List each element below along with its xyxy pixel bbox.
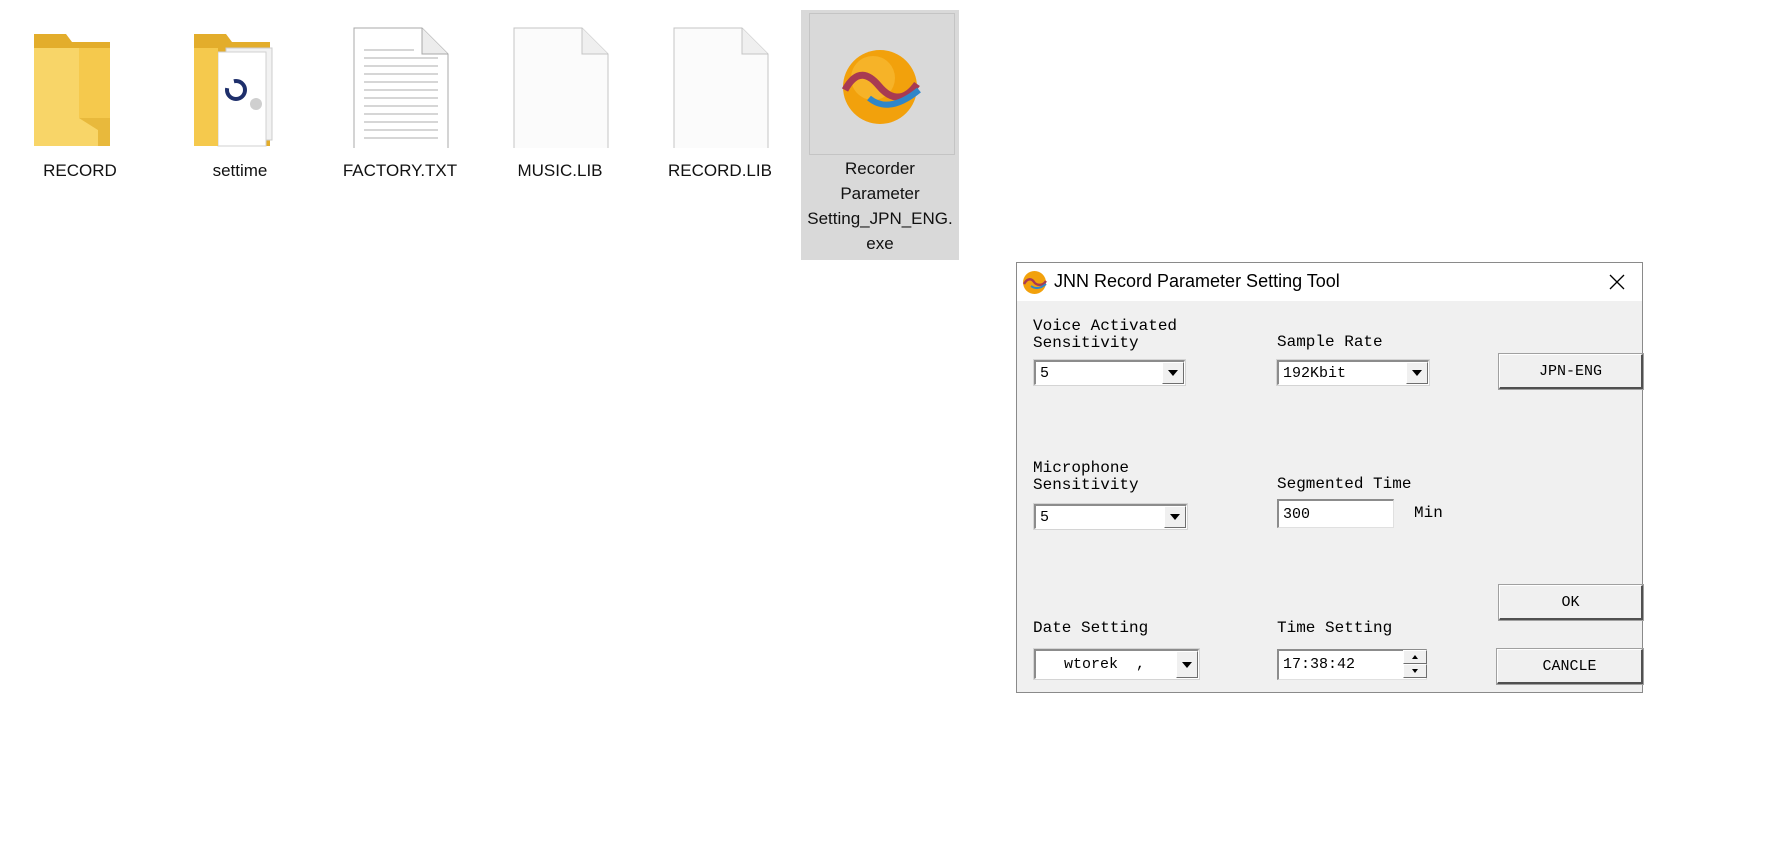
time-spinner[interactable]	[1403, 650, 1427, 679]
language-toggle-button[interactable]: JPN-ENG	[1498, 353, 1644, 390]
spin-down-button[interactable]	[1403, 664, 1427, 678]
voice-activated-value: 5	[1040, 365, 1050, 382]
sample-rate-label: Sample Rate	[1277, 333, 1383, 351]
file-name: settime	[212, 161, 268, 180]
blank-file-icon	[513, 27, 609, 148]
segmented-time-input[interactable]: 300	[1277, 499, 1394, 528]
chevron-down-icon	[1170, 514, 1180, 520]
date-setting-label: Date Setting	[1033, 619, 1149, 637]
text-file-icon	[353, 27, 449, 148]
dropdown-button[interactable]	[1164, 506, 1186, 528]
sample-rate-value: 192Kbit	[1283, 365, 1347, 382]
voice-activated-select[interactable]: 5	[1033, 359, 1186, 386]
file-factory-txt[interactable]: FACTORY.TXT	[321, 10, 479, 260]
file-name: MUSIC.LIB	[517, 161, 603, 180]
file-music-lib[interactable]: MUSIC.LIB	[481, 10, 639, 260]
microphone-label: Microphone Sensitivity	[1033, 459, 1139, 494]
date-value: wtorek ,	[1064, 656, 1146, 673]
parameter-setting-dialog: JNN Record Parameter Setting Tool Voice …	[1016, 262, 1644, 693]
microphone-select[interactable]: 5	[1033, 503, 1188, 530]
app-icon	[1022, 271, 1047, 294]
folder-icon	[34, 34, 110, 146]
file-name: RECORD.LIB	[668, 161, 772, 180]
app-icon	[841, 50, 921, 124]
chevron-down-icon	[1182, 661, 1192, 668]
file-name: Recorder Parameter Setting_JPN_ENG.exe	[807, 159, 953, 253]
file-recorder-exe[interactable]: Recorder Parameter Setting_JPN_ENG.exe	[801, 10, 959, 260]
segmented-time-label: Segmented Time	[1277, 475, 1412, 493]
time-value: 17:38:42	[1283, 656, 1356, 673]
chevron-down-icon	[1412, 370, 1422, 376]
dialog-title: JNN Record Parameter Setting Tool	[1054, 271, 1340, 291]
ok-button[interactable]: OK	[1498, 584, 1644, 621]
file-name: FACTORY.TXT	[342, 161, 458, 180]
sample-rate-select[interactable]: 192Kbit	[1276, 359, 1430, 386]
arrow-down-icon	[1412, 669, 1418, 673]
segmented-time-value: 300	[1283, 506, 1311, 523]
spin-up-button[interactable]	[1403, 650, 1427, 664]
dropdown-button[interactable]	[1162, 362, 1184, 384]
file-settime-folder[interactable]: settime	[161, 10, 319, 260]
arrow-up-icon	[1412, 655, 1418, 659]
file-name: RECORD	[43, 161, 117, 180]
file-record-lib[interactable]: RECORD.LIB	[641, 10, 799, 260]
close-icon	[1609, 274, 1625, 290]
segmented-time-unit: Min	[1414, 504, 1443, 522]
cancel-button[interactable]: CANCLE	[1496, 648, 1644, 685]
folder-with-files-icon	[194, 34, 273, 147]
blank-file-icon	[673, 27, 769, 148]
dropdown-button[interactable]	[1406, 362, 1428, 384]
dropdown-button[interactable]	[1176, 651, 1198, 678]
close-button[interactable]	[1592, 263, 1642, 301]
file-record-folder[interactable]: RECORD	[1, 10, 159, 260]
date-picker[interactable]: wtorek ,	[1033, 648, 1200, 680]
dialog-titlebar[interactable]: JNN Record Parameter Setting Tool	[1017, 263, 1642, 301]
voice-activated-label: Voice Activated Sensitivity	[1033, 317, 1178, 352]
time-setting-label: Time Setting	[1277, 619, 1393, 637]
chevron-down-icon	[1168, 370, 1178, 376]
microphone-value: 5	[1040, 509, 1050, 526]
